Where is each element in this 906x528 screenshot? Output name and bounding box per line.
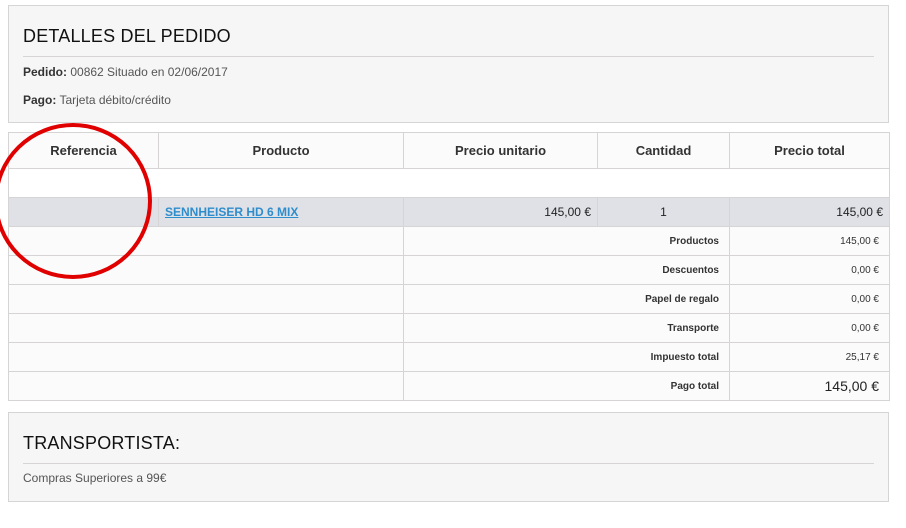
header-reference: Referencia: [8, 132, 159, 169]
totals-value: 0,00 €: [729, 284, 890, 314]
item-total-price: 145,00 €: [729, 197, 890, 227]
payment-info: Pago: Tarjeta débito/crédito: [23, 93, 171, 107]
totals-row-gift-wrap: Papel de regalo 0,00 €: [8, 284, 890, 314]
payment-label: Pago:: [23, 93, 57, 107]
order-items-table: Referencia Producto Precio unitario Cant…: [8, 132, 890, 401]
totals-row-discounts: Descuentos 0,00 €: [8, 255, 890, 285]
header-quantity: Cantidad: [597, 132, 730, 169]
header-product: Producto: [158, 132, 404, 169]
table-header-row: Referencia Producto Precio unitario Cant…: [8, 132, 890, 169]
product-link[interactable]: SENNHEISER HD 6 MIX: [165, 205, 298, 219]
totals-row-grand-total: Pago total 145,00 €: [8, 371, 890, 401]
header-total-price: Precio total: [729, 132, 890, 169]
order-value: 00862 Situado en 02/06/2017: [70, 65, 228, 79]
totals-label: Pago total: [403, 371, 730, 401]
totals-label: Papel de regalo: [403, 284, 730, 314]
totals-row-shipping: Transporte 0,00 €: [8, 313, 890, 343]
order-info: Pedido: 00862 Situado en 02/06/2017: [23, 65, 228, 79]
totals-row-tax: Impuesto total 25,17 €: [8, 342, 890, 372]
header-unit-price: Precio unitario: [403, 132, 598, 169]
item-reference: [8, 197, 159, 227]
item-unit-price: 145,00 €: [403, 197, 598, 227]
totals-value: 145,00 €: [729, 371, 890, 401]
carrier-title: TRANSPORTISTA:: [23, 433, 181, 453]
totals-label: Productos: [403, 226, 730, 256]
carrier-panel: TRANSPORTISTA: Compras Superiores a 99€: [8, 412, 889, 502]
totals-label: Impuesto total: [403, 342, 730, 372]
table-spacer-row: [8, 168, 890, 198]
totals-label: Descuentos: [403, 255, 730, 285]
item-quantity: 1: [597, 197, 730, 227]
carrier-description: Compras Superiores a 99€: [23, 471, 167, 485]
order-details-title: DETALLES DEL PEDIDO: [23, 26, 231, 46]
payment-value: Tarjeta débito/crédito: [59, 93, 171, 107]
item-product-cell: SENNHEISER HD 6 MIX: [158, 197, 404, 227]
order-details-panel: DETALLES DEL PEDIDO Pedido: 00862 Situad…: [8, 5, 889, 123]
totals-value: 25,17 €: [729, 342, 890, 372]
divider: [23, 463, 874, 464]
table-row: SENNHEISER HD 6 MIX 145,00 € 1 145,00 €: [8, 197, 890, 227]
totals-label: Transporte: [403, 313, 730, 343]
totals-value: 0,00 €: [729, 313, 890, 343]
totals-value: 145,00 €: [729, 226, 890, 256]
totals-value: 0,00 €: [729, 255, 890, 285]
divider: [23, 56, 874, 57]
order-label: Pedido:: [23, 65, 67, 79]
totals-row-products: Productos 145,00 €: [8, 226, 890, 256]
